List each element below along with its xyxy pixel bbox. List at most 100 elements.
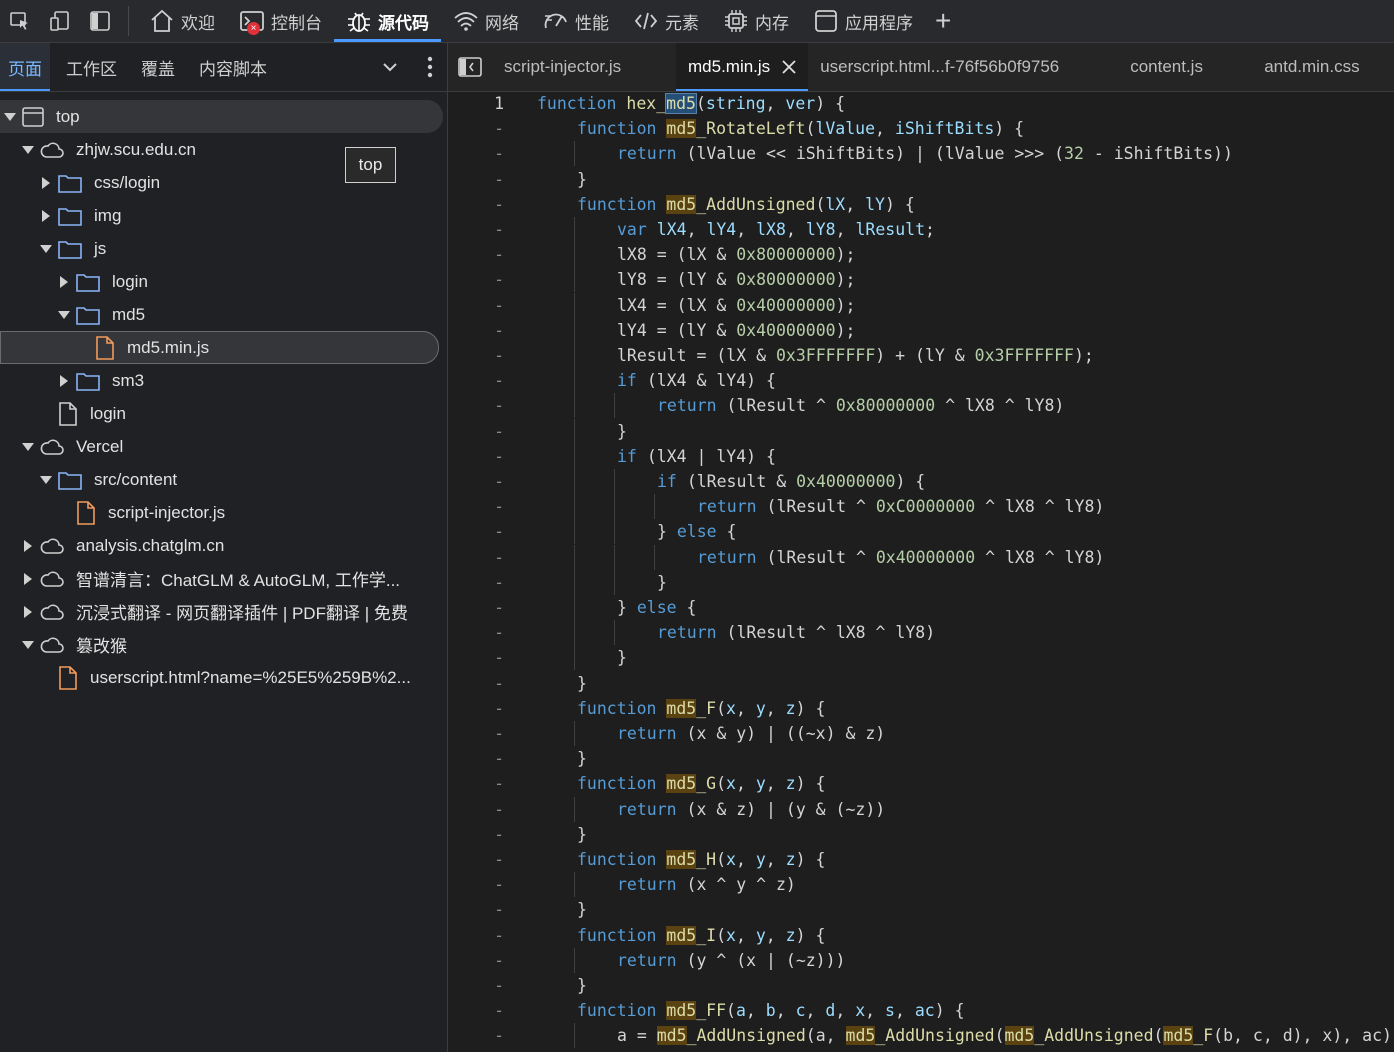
line-number[interactable]: - <box>448 368 504 393</box>
line-number[interactable]: - <box>448 1023 504 1048</box>
line-number[interactable]: - <box>448 167 504 192</box>
tree-item[interactable]: 篡改猴 <box>0 628 127 661</box>
tree-item[interactable]: src/content <box>0 463 177 496</box>
line-number[interactable]: - <box>448 645 504 670</box>
file-tab-userscript[interactable]: userscript.html...f-76f56b0f9756 <box>808 43 1118 91</box>
line-number[interactable]: - <box>448 141 504 166</box>
line-number[interactable]: - <box>448 897 504 922</box>
line-number[interactable]: - <box>448 620 504 645</box>
line-number[interactable]: - <box>448 545 504 570</box>
line-number[interactable]: - <box>448 217 504 242</box>
line-number[interactable]: - <box>448 696 504 721</box>
tree-item[interactable]: login <box>0 397 126 430</box>
tree-item[interactable]: zhjw.scu.edu.cn <box>0 133 196 166</box>
tab-memory[interactable]: 内存 <box>711 0 801 42</box>
caret-right-icon[interactable] <box>38 209 54 222</box>
line-number[interactable]: - <box>448 343 504 368</box>
line-number[interactable]: 1 <box>448 91 504 116</box>
line-number[interactable]: - <box>448 847 504 872</box>
code-token: _AddUnsigned <box>875 1026 995 1046</box>
tree-item[interactable]: md5.min.js <box>0 331 439 364</box>
line-number[interactable]: - <box>448 721 504 746</box>
line-number[interactable]: - <box>448 293 504 318</box>
device-toggle-icon[interactable] <box>40 0 80 42</box>
code-line: -} <box>448 897 1394 922</box>
caret-right-icon[interactable] <box>56 374 72 387</box>
line-number[interactable]: - <box>448 797 504 822</box>
line-number[interactable]: - <box>448 469 504 494</box>
caret-right-icon[interactable] <box>38 176 54 189</box>
sidebar-toggle-icon[interactable] <box>80 0 120 42</box>
line-number[interactable]: - <box>448 393 504 418</box>
close-icon[interactable] <box>782 60 796 74</box>
line-number[interactable]: - <box>448 318 504 343</box>
caret-right-icon[interactable] <box>56 275 72 288</box>
tab-elements[interactable]: 元素 <box>621 0 711 42</box>
line-number[interactable]: - <box>448 116 504 141</box>
caret-down-icon[interactable] <box>20 442 36 452</box>
tab-console[interactable]: × 控制台 <box>227 0 334 42</box>
line-number[interactable]: - <box>448 444 504 469</box>
line-number[interactable]: - <box>448 822 504 847</box>
tab-network[interactable]: 网络 <box>441 0 531 42</box>
code-view[interactable]: 1 function hex_md5(string, ver) {- functio… <box>448 91 1394 1052</box>
caret-down-icon[interactable] <box>56 310 72 320</box>
tree-item[interactable]: Vercel <box>0 430 123 463</box>
line-number[interactable]: - <box>448 973 504 998</box>
line-number[interactable]: - <box>448 923 504 948</box>
more-options-icon[interactable] <box>427 56 433 78</box>
tree-item[interactable]: 沉浸式翻译 - 网页翻译插件 | PDF翻译 | 免费 <box>0 595 408 628</box>
file-tab-md5-min[interactable]: md5.min.js <box>676 43 809 91</box>
code-token: ^ lX8 ^ lY8) <box>975 497 1105 517</box>
line-number[interactable]: - <box>448 267 504 292</box>
file-tab-content[interactable]: content.js <box>1118 43 1252 91</box>
caret-right-icon[interactable] <box>20 539 36 552</box>
tree-item[interactable]: analysis.chatglm.cn <box>0 529 224 562</box>
tree-item[interactable]: 智谱清言：ChatGLM & AutoGLM, 工作学... <box>0 562 400 595</box>
caret-right-icon[interactable] <box>20 605 36 618</box>
caret-down-icon[interactable] <box>2 112 18 122</box>
line-number[interactable]: - <box>448 519 504 544</box>
caret-down-icon[interactable] <box>38 475 54 485</box>
line-number[interactable]: - <box>448 948 504 973</box>
line-number[interactable]: - <box>448 671 504 696</box>
line-number[interactable]: - <box>448 872 504 897</box>
line-number[interactable]: - <box>448 998 504 1023</box>
line-number[interactable]: - <box>448 242 504 267</box>
tree-item[interactable]: css/login <box>0 166 160 199</box>
caret-right-icon[interactable] <box>20 572 36 585</box>
tab-welcome[interactable]: 欢迎 <box>137 0 227 42</box>
subtab-content-scripts[interactable]: 内容脚本 <box>191 43 275 91</box>
caret-down-icon[interactable] <box>20 640 36 650</box>
tree-item[interactable]: md5 <box>0 298 145 331</box>
line-number[interactable]: - <box>448 494 504 519</box>
tree-item[interactable]: img <box>0 199 121 232</box>
tab-sources[interactable]: 源代码 <box>334 0 441 42</box>
caret-down-icon[interactable] <box>20 145 36 155</box>
chevron-down-icon[interactable] <box>381 58 399 76</box>
subtab-page[interactable]: 页面 <box>0 43 50 91</box>
caret-down-icon[interactable] <box>38 244 54 254</box>
tree-item[interactable]: js <box>0 232 106 265</box>
line-number[interactable]: - <box>448 746 504 771</box>
tree-item[interactable]: sm3 <box>0 364 144 397</box>
code-token: , <box>735 925 756 945</box>
tree-item[interactable]: userscript.html?name=%25E5%259B%2... <box>0 661 411 694</box>
file-tab-antd-css[interactable]: antd.min.css <box>1252 43 1371 91</box>
subtab-overrides[interactable]: 覆盖 <box>133 43 183 91</box>
line-number[interactable]: - <box>448 192 504 217</box>
tree-item[interactable]: script-injector.js <box>0 496 225 529</box>
tab-performance[interactable]: 性能 <box>531 0 621 42</box>
line-number[interactable]: - <box>448 570 504 595</box>
tree-item[interactable]: login <box>0 265 148 298</box>
file-tab-script-injector[interactable]: script-injector.js <box>492 43 676 91</box>
tree-item[interactable]: top <box>0 100 443 133</box>
line-number[interactable]: - <box>448 595 504 620</box>
line-number[interactable]: - <box>448 419 504 444</box>
add-tab-button[interactable]: + <box>925 7 961 35</box>
line-number[interactable]: - <box>448 771 504 796</box>
toggle-navigator-icon[interactable] <box>448 43 492 91</box>
tab-application[interactable]: 应用程序 <box>801 0 925 42</box>
inspect-icon[interactable] <box>0 0 40 42</box>
subtab-workspace[interactable]: 工作区 <box>58 43 125 91</box>
